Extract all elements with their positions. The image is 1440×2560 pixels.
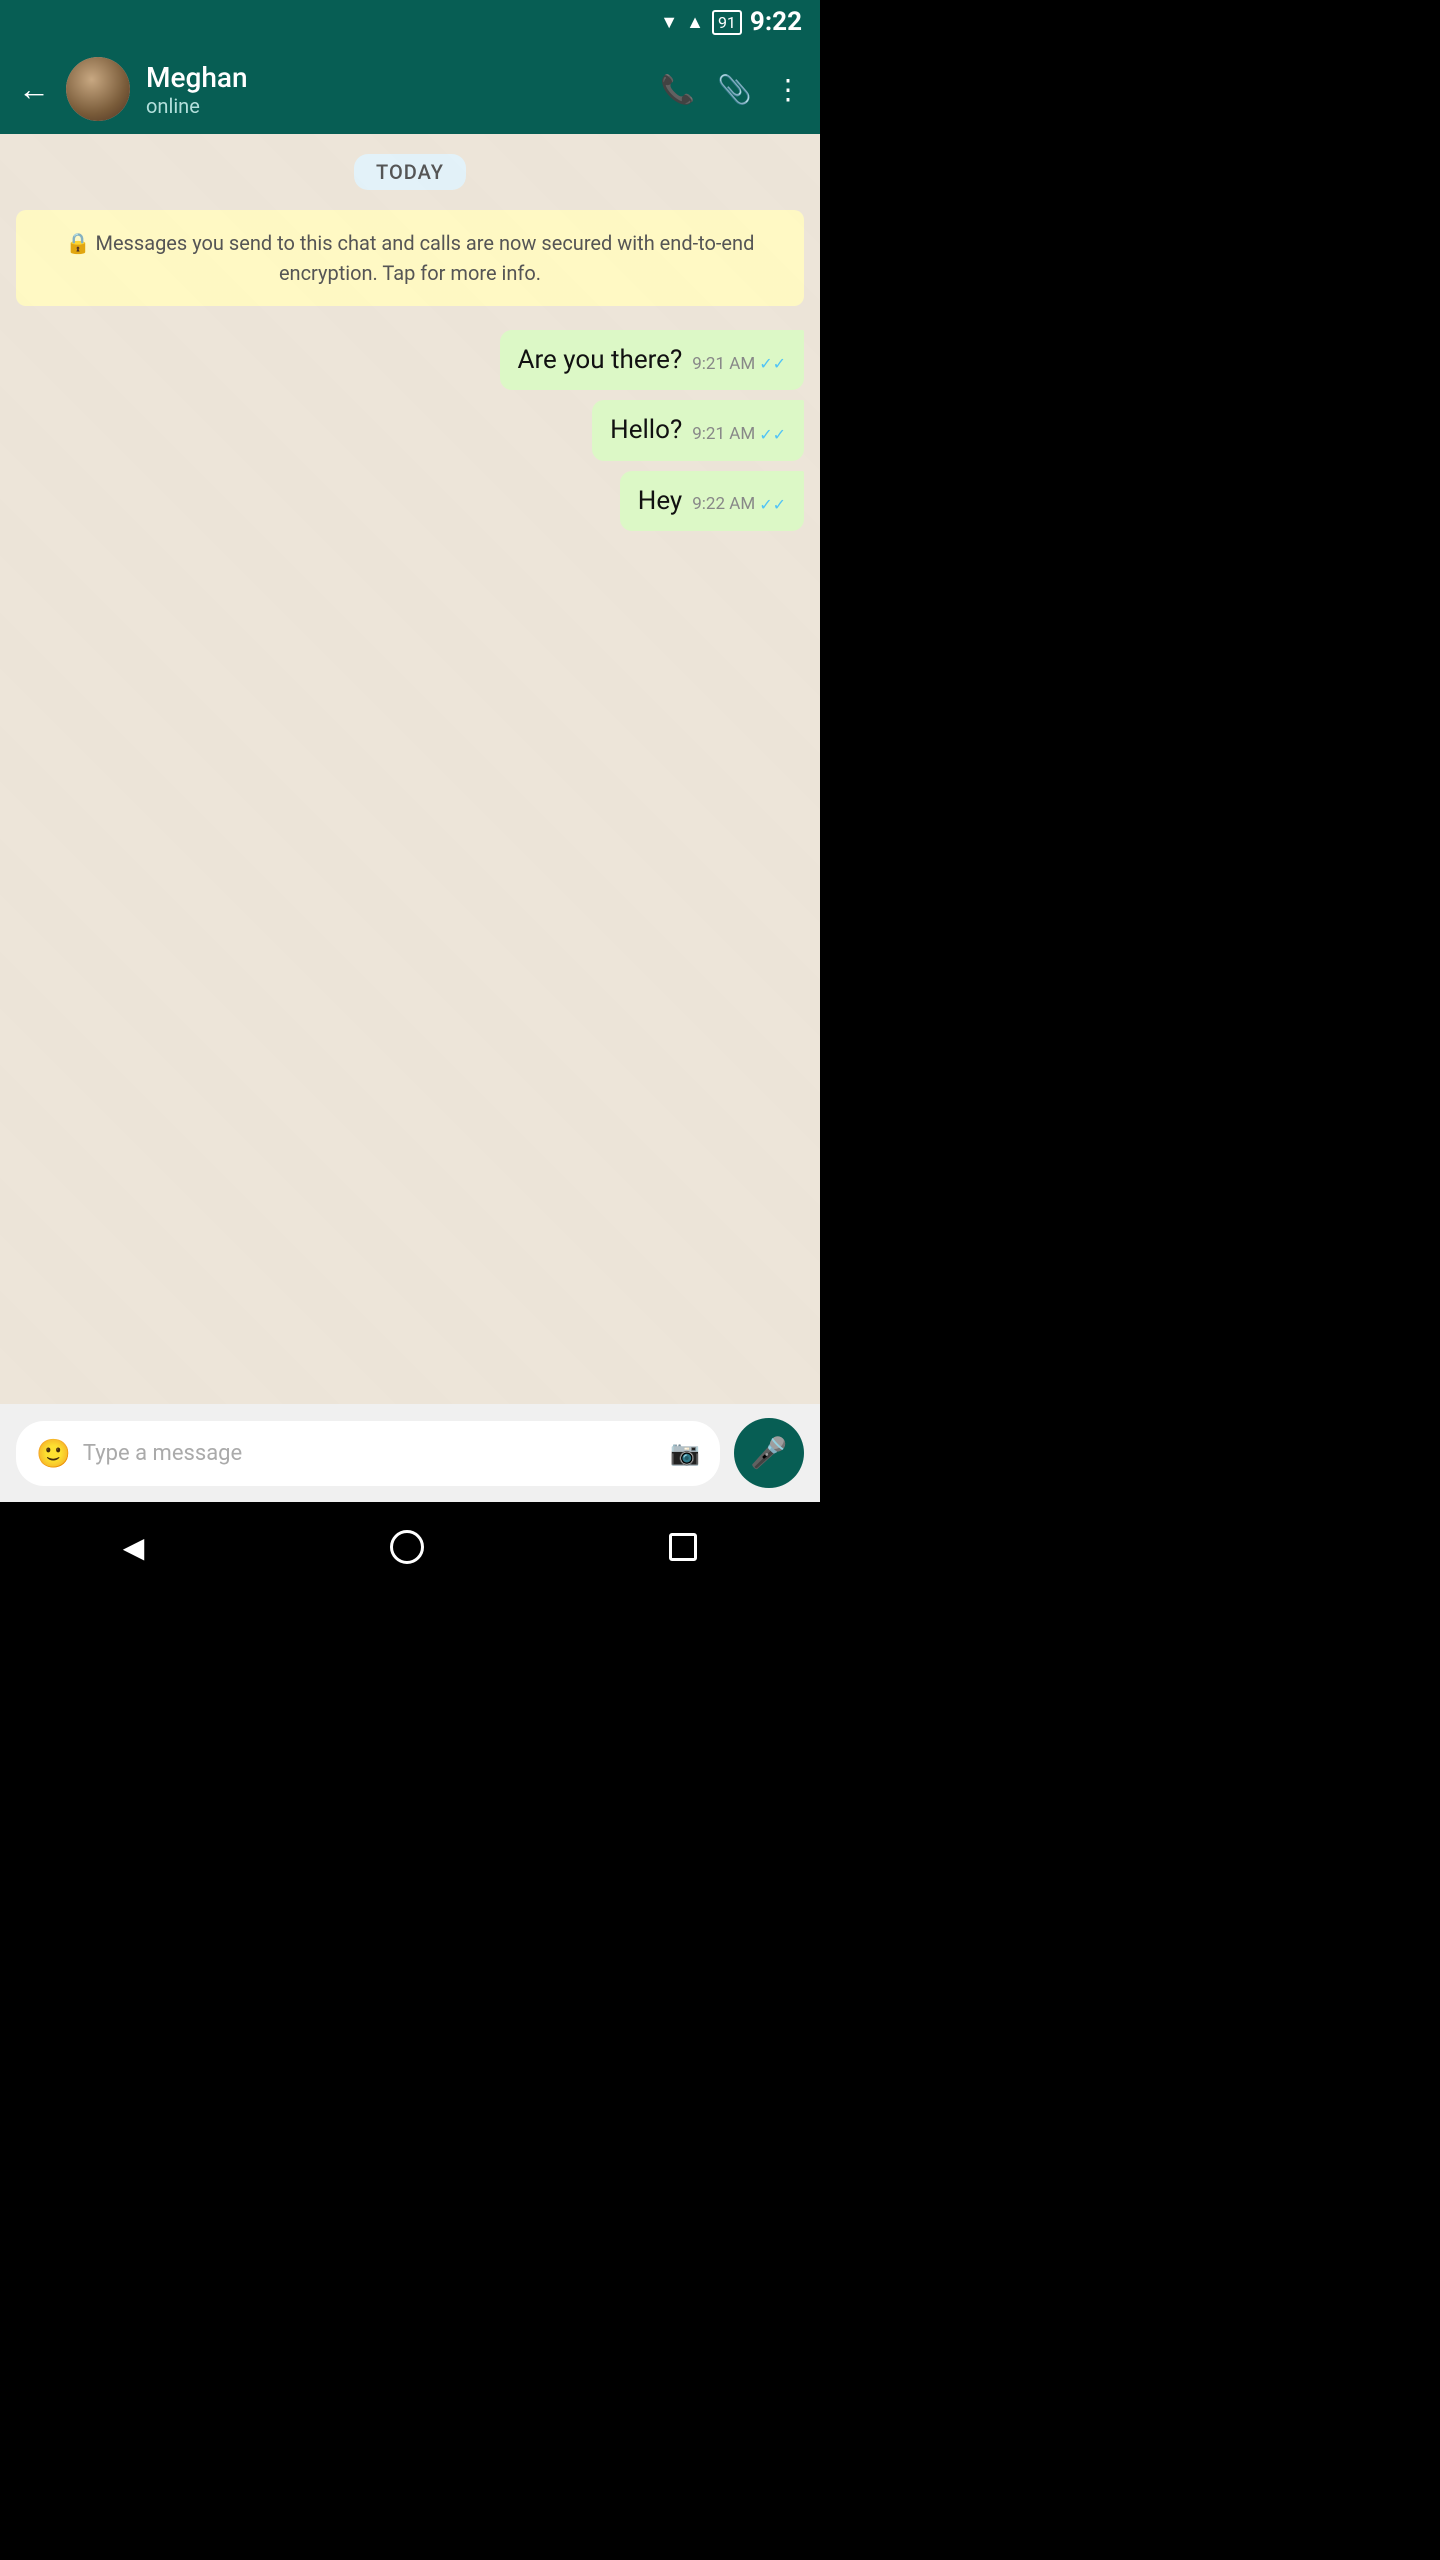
message-time: 9:21 AM [692,353,755,377]
message-placeholder[interactable]: Type a message [83,1441,658,1466]
status-icons: ▼ ▲ 91 9:22 [660,7,802,37]
status-bar: ▼ ▲ 91 9:22 [0,0,820,44]
home-nav-icon[interactable] [390,1530,424,1564]
message-row: Hello? 9:21 AM ✓✓ [16,400,804,460]
input-bar: 🙂 Type a message 📷 🎤 [0,1404,820,1502]
message-meta: 9:21 AM ✓✓ [692,423,786,447]
message-bubble: Hello? 9:21 AM ✓✓ [592,400,804,460]
message-text: Hey [638,483,682,519]
back-button[interactable]: ← [18,70,50,108]
avatar-image [66,57,130,121]
navigation-bar: ◀ [0,1502,820,1592]
message-row: Are you there? 9:21 AM ✓✓ [16,330,804,390]
header-actions: 📞 📎 ⋮ [660,73,802,106]
emoji-icon[interactable]: 🙂 [36,1437,71,1470]
message-bubble: Hey 9:22 AM ✓✓ [620,471,804,531]
message-meta: 9:22 AM ✓✓ [692,493,786,517]
status-time: 9:22 [750,7,802,37]
message-input-container[interactable]: 🙂 Type a message 📷 [16,1421,720,1486]
message-meta: 9:21 AM ✓✓ [692,353,786,377]
signal-icon: ▲ [686,12,704,33]
message-text: Hello? [610,412,682,448]
contact-status: online [146,94,644,118]
call-icon[interactable]: 📞 [660,73,695,106]
read-ticks: ✓✓ [759,424,786,446]
message-time: 9:21 AM [692,423,755,447]
mic-icon: 🎤 [750,1436,787,1471]
more-options-icon[interactable]: ⋮ [774,73,802,106]
attachment-icon[interactable]: 📎 [717,73,752,106]
camera-icon[interactable]: 📷 [670,1439,700,1467]
mic-button[interactable]: 🎤 [734,1418,804,1488]
message-time: 9:22 AM [692,493,755,517]
contact-info: Meghan online [146,61,644,118]
contact-name[interactable]: Meghan [146,61,644,94]
read-ticks: ✓✓ [759,353,786,375]
chat-area: TODAY 🔒 Messages you send to this chat a… [0,134,820,1404]
message-row: Hey 9:22 AM ✓✓ [16,471,804,531]
recents-nav-icon[interactable] [669,1533,697,1561]
avatar[interactable] [66,57,130,121]
battery-icon: 91 [712,10,742,35]
message-text: Are you there? [518,342,683,378]
read-ticks: ✓✓ [759,494,786,516]
chat-header: ← Meghan online 📞 📎 ⋮ [0,44,820,134]
wifi-icon: ▼ [660,12,678,33]
background-pattern [0,134,820,1404]
messages-container: Are you there? 9:21 AM ✓✓ Hello? 9:21 AM… [16,330,804,531]
battery-level: 91 [718,13,736,32]
message-bubble: Are you there? 9:21 AM ✓✓ [500,330,805,390]
back-nav-icon[interactable]: ◀ [123,1531,145,1564]
